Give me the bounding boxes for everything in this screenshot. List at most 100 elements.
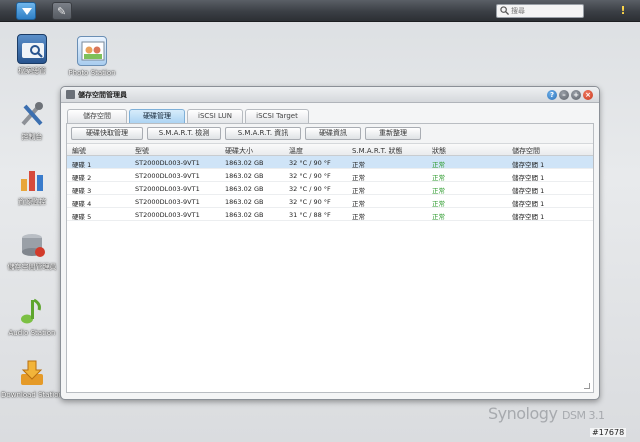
disk-volume: 儲存空間 1 bbox=[512, 174, 545, 182]
desktop-icon-label: 控制台 bbox=[21, 133, 43, 141]
help-button[interactable]: ? bbox=[547, 90, 557, 100]
disk-volume: 儲存空間 1 bbox=[512, 161, 545, 169]
disk-volume: 儲存空間 1 bbox=[512, 213, 545, 221]
disk-number: 硬碟 1 bbox=[72, 161, 92, 169]
disk-number: 硬碟 5 bbox=[72, 213, 92, 221]
table-row[interactable]: 硬碟 3 ST2000DL003-9VT1 1863.02 GB 32 °C /… bbox=[67, 182, 593, 195]
desktop-icon-label: 儲存空間管理員 bbox=[7, 263, 57, 271]
disk-volume: 儲存空間 1 bbox=[512, 200, 545, 208]
minimize-button[interactable]: – bbox=[559, 90, 569, 100]
resize-handle[interactable] bbox=[584, 383, 590, 389]
disk-status: 正常 bbox=[432, 161, 445, 169]
bar-chart-icon bbox=[17, 165, 47, 195]
desktop-icon-label: Audio Station bbox=[8, 329, 56, 337]
disk-status: 正常 bbox=[432, 213, 445, 221]
disk-status: 正常 bbox=[432, 174, 445, 182]
search-box[interactable] bbox=[496, 4, 584, 18]
disk-model: ST2000DL003-9VT1 bbox=[135, 172, 200, 180]
disk-status: 正常 bbox=[432, 200, 445, 208]
tab-disk-management[interactable]: 硬碟管理 bbox=[129, 109, 185, 124]
smart-status: 正常 bbox=[352, 174, 365, 182]
disk-model: ST2000DL003-9VT1 bbox=[135, 185, 200, 193]
chevron-down-icon bbox=[22, 8, 32, 15]
storage-disk-icon bbox=[17, 230, 47, 260]
exclamation-icon[interactable]: ! bbox=[617, 4, 629, 18]
desktop-icon-resource-monitor[interactable]: 資源監控 bbox=[1, 165, 63, 206]
toolbar: 硬碟快取管理 S.M.A.R.T. 檢測 S.M.A.R.T. 資訊 硬碟資訊 … bbox=[67, 124, 593, 144]
table-header: 編號 型號 硬碟大小 溫度 S.M.A.R.T. 狀態 狀態 儲存空間 bbox=[67, 144, 593, 156]
window-titlebar[interactable]: 儲存空間管理員 ? – + × bbox=[61, 87, 599, 103]
desktop-icon-audio-station[interactable]: Audio Station bbox=[1, 296, 63, 337]
column-header[interactable]: 溫度 bbox=[289, 146, 303, 156]
tab-iscsi-lun[interactable]: iSCSI LUN bbox=[187, 109, 243, 123]
brand-logo: Synology DSM 3.1 bbox=[488, 404, 605, 423]
smart-status: 正常 bbox=[352, 200, 365, 208]
taskbar: ✎ ! bbox=[0, 0, 640, 22]
ssd-cache-button[interactable]: 硬碟快取管理 bbox=[71, 127, 143, 140]
desktop-icon-storage-manager[interactable]: 儲存空間管理員 bbox=[1, 230, 63, 271]
smart-status: 正常 bbox=[352, 187, 365, 195]
disk-management-panel: 硬碟快取管理 S.M.A.R.T. 檢測 S.M.A.R.T. 資訊 硬碟資訊 … bbox=[66, 123, 594, 393]
table-row[interactable]: 硬碟 2 ST2000DL003-9VT1 1863.02 GB 32 °C /… bbox=[67, 169, 593, 182]
storage-manager-icon bbox=[66, 90, 75, 99]
brand-name: Synology bbox=[488, 404, 558, 423]
desktop-icon-control-panel[interactable]: 控制台 bbox=[1, 100, 63, 141]
disk-size: 1863.02 GB bbox=[225, 198, 264, 206]
column-header[interactable]: 儲存空間 bbox=[512, 146, 540, 156]
desktop-icon-label: Download Station bbox=[1, 391, 63, 399]
folder-search-icon bbox=[17, 34, 47, 64]
maximize-button[interactable]: + bbox=[571, 90, 581, 100]
disk-model: ST2000DL003-9VT1 bbox=[135, 159, 200, 167]
window-title: 儲存空間管理員 bbox=[78, 91, 127, 99]
music-note-icon bbox=[17, 296, 47, 326]
smart-status: 正常 bbox=[352, 161, 365, 169]
close-button[interactable]: × bbox=[583, 90, 593, 100]
column-header[interactable]: 型號 bbox=[135, 146, 149, 156]
disk-number: 硬碟 3 bbox=[72, 187, 92, 195]
refresh-button[interactable]: 重新整理 bbox=[365, 127, 421, 140]
table-row[interactable]: 硬碟 1 ST2000DL003-9VT1 1863.02 GB 32 °C /… bbox=[67, 156, 593, 169]
desktop-icon-file-browser[interactable]: 檔案總管 bbox=[1, 34, 63, 75]
table-row[interactable]: 硬碟 5 ST2000DL003-9VT1 1863.02 GB 31 °C /… bbox=[67, 208, 593, 221]
desktop-icon-label: 資源監控 bbox=[18, 198, 46, 206]
desktop-icon-label: Photo Station bbox=[68, 69, 116, 77]
tools-icon bbox=[17, 100, 47, 130]
disk-number: 硬碟 4 bbox=[72, 200, 92, 208]
disk-info-button[interactable]: 硬碟資訊 bbox=[305, 127, 361, 140]
disk-model: ST2000DL003-9VT1 bbox=[135, 211, 200, 219]
disk-temperature: 32 °C / 90 °F bbox=[289, 172, 331, 180]
download-arrow-icon bbox=[17, 358, 47, 388]
column-header[interactable]: 狀態 bbox=[432, 146, 446, 156]
desktop-icon-download-station[interactable]: Download Station bbox=[1, 358, 63, 399]
main-menu-button[interactable] bbox=[16, 2, 36, 20]
disk-volume: 儲存空間 1 bbox=[512, 187, 545, 195]
disk-temperature: 32 °C / 90 °F bbox=[289, 198, 331, 206]
disk-number: 硬碟 2 bbox=[72, 174, 92, 182]
disk-size: 1863.02 GB bbox=[225, 211, 264, 219]
disk-temperature: 32 °C / 90 °F bbox=[289, 185, 331, 193]
disk-size: 1863.02 GB bbox=[225, 185, 264, 193]
notepad-app-button[interactable]: ✎ bbox=[52, 2, 72, 20]
storage-manager-window: 儲存空間管理員 ? – + × 儲存空間 硬碟管理 iSCSI LUN iSCS… bbox=[60, 86, 600, 400]
disk-size: 1863.02 GB bbox=[225, 159, 264, 167]
disk-model: ST2000DL003-9VT1 bbox=[135, 198, 200, 206]
photo-icon bbox=[77, 36, 107, 66]
disk-status: 正常 bbox=[432, 187, 445, 195]
search-icon bbox=[500, 6, 509, 15]
column-header[interactable]: S.M.A.R.T. 狀態 bbox=[352, 146, 403, 156]
smart-test-button[interactable]: S.M.A.R.T. 檢測 bbox=[147, 127, 221, 140]
disk-temperature: 31 °C / 88 °F bbox=[289, 211, 331, 219]
smart-info-button[interactable]: S.M.A.R.T. 資訊 bbox=[225, 127, 301, 140]
desktop-icon-photo-station[interactable]: Photo Station bbox=[61, 36, 123, 77]
watermark-label: #17678 bbox=[590, 428, 627, 437]
column-header[interactable]: 硬碟大小 bbox=[225, 146, 253, 156]
disk-size: 1863.02 GB bbox=[225, 172, 264, 180]
desktop-icon-label: 檔案總管 bbox=[18, 67, 46, 75]
tab-iscsi-target[interactable]: iSCSI Target bbox=[245, 109, 309, 123]
tab-storage-space[interactable]: 儲存空間 bbox=[67, 109, 127, 123]
table-row[interactable]: 硬碟 4 ST2000DL003-9VT1 1863.02 GB 32 °C /… bbox=[67, 195, 593, 208]
column-header[interactable]: 編號 bbox=[72, 146, 86, 156]
brand-version: DSM 3.1 bbox=[562, 409, 605, 422]
disk-temperature: 32 °C / 90 °F bbox=[289, 159, 331, 167]
search-input[interactable] bbox=[511, 5, 581, 17]
